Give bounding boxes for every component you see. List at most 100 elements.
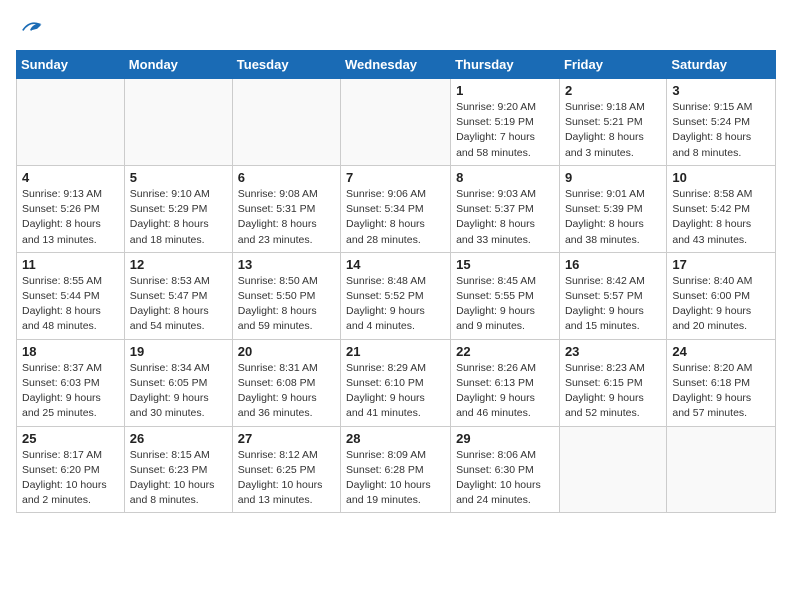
calendar-week-1: 1 Sunrise: 9:20 AM Sunset: 5:19 PM Daylig… (17, 79, 776, 166)
calendar-cell (124, 79, 232, 166)
cell-info-text: Sunrise: 8:09 AM Sunset: 6:28 PM Dayligh… (346, 448, 445, 509)
day-header-tuesday: Tuesday (232, 51, 340, 79)
calendar-cell: 11Sunrise: 8:55 AM Sunset: 5:44 PM Dayli… (17, 252, 125, 339)
cell-date-number: 14 (346, 257, 445, 272)
calendar-cell: 21 Sunrise: 8:29 AM Sunset: 6:10 PM Dayli… (341, 339, 451, 426)
cell-date-number: 19 (130, 344, 227, 359)
calendar-cell: 2 Sunrise: 9:18 AM Sunset: 5:21 PM Daylig… (559, 79, 666, 166)
cell-info-text: Sunrise: 8:50 AM Sunset: 5:50 PM Dayligh… (238, 274, 335, 335)
calendar-cell: 16 Sunrise: 8:42 AM Sunset: 5:57 PM Dayli… (559, 252, 666, 339)
cell-info-text: Sunrise: 8:42 AM Sunset: 5:57 PM Dayligh… (565, 274, 661, 335)
cell-info-text: Sunrise: 9:20 AM Sunset: 5:19 PM Dayligh… (456, 100, 554, 161)
day-header-friday: Friday (559, 51, 666, 79)
calendar-header: SundayMondayTuesdayWednesdayThursdayFrid… (17, 51, 776, 79)
cell-date-number: 2 (565, 83, 661, 98)
calendar-cell: 28 Sunrise: 8:09 AM Sunset: 6:28 PM Dayli… (341, 426, 451, 513)
calendar-cell: 8 Sunrise: 9:03 AM Sunset: 5:37 PM Daylig… (451, 165, 560, 252)
cell-info-text: Sunrise: 8:48 AM Sunset: 5:52 PM Dayligh… (346, 274, 445, 335)
cell-date-number: 13 (238, 257, 335, 272)
cell-date-number: 8 (456, 170, 554, 185)
cell-date-number: 29 (456, 431, 554, 446)
calendar-cell: 7 Sunrise: 9:06 AM Sunset: 5:34 PM Daylig… (341, 165, 451, 252)
cell-info-text: Sunrise: 9:01 AM Sunset: 5:39 PM Dayligh… (565, 187, 661, 248)
cell-date-number: 12 (130, 257, 227, 272)
calendar-cell: 20 Sunrise: 8:31 AM Sunset: 6:08 PM Dayli… (232, 339, 340, 426)
calendar-cell: 29 Sunrise: 8:06 AM Sunset: 6:30 PM Dayli… (451, 426, 560, 513)
day-header-monday: Monday (124, 51, 232, 79)
day-header-wednesday: Wednesday (341, 51, 451, 79)
cell-info-text: Sunrise: 8:45 AM Sunset: 5:55 PM Dayligh… (456, 274, 554, 335)
calendar-cell: 17 Sunrise: 8:40 AM Sunset: 6:00 PM Dayli… (667, 252, 776, 339)
cell-date-number: 10 (672, 170, 770, 185)
calendar-table: SundayMondayTuesdayWednesdayThursdayFrid… (16, 50, 776, 513)
page-header (16, 16, 776, 40)
calendar-week-3: 11Sunrise: 8:55 AM Sunset: 5:44 PM Dayli… (17, 252, 776, 339)
calendar-cell: 5 Sunrise: 9:10 AM Sunset: 5:29 PM Daylig… (124, 165, 232, 252)
calendar-cell: 1 Sunrise: 9:20 AM Sunset: 5:19 PM Daylig… (451, 79, 560, 166)
cell-date-number: 1 (456, 83, 554, 98)
calendar-cell: 10 Sunrise: 8:58 AM Sunset: 5:42 PM Dayli… (667, 165, 776, 252)
calendar-cell: 24 Sunrise: 8:20 AM Sunset: 6:18 PM Dayli… (667, 339, 776, 426)
cell-date-number: 17 (672, 257, 770, 272)
cell-date-number: 18 (22, 344, 119, 359)
calendar-cell: 14 Sunrise: 8:48 AM Sunset: 5:52 PM Dayli… (341, 252, 451, 339)
calendar-cell: 18 Sunrise: 8:37 AM Sunset: 6:03 PM Dayli… (17, 339, 125, 426)
logo (16, 16, 42, 40)
cell-date-number: 24 (672, 344, 770, 359)
calendar-cell: 19 Sunrise: 8:34 AM Sunset: 6:05 PM Dayli… (124, 339, 232, 426)
cell-date-number: 20 (238, 344, 335, 359)
cell-info-text: Sunrise: 8:17 AM Sunset: 6:20 PM Dayligh… (22, 448, 119, 509)
calendar-cell: 27Sunrise: 8:12 AM Sunset: 6:25 PM Dayli… (232, 426, 340, 513)
cell-date-number: 16 (565, 257, 661, 272)
cell-info-text: Sunrise: 9:08 AM Sunset: 5:31 PM Dayligh… (238, 187, 335, 248)
calendar-cell: 4Sunrise: 9:13 AM Sunset: 5:26 PM Daylig… (17, 165, 125, 252)
calendar-cell: 9Sunrise: 9:01 AM Sunset: 5:39 PM Daylig… (559, 165, 666, 252)
calendar-cell: 13 Sunrise: 8:50 AM Sunset: 5:50 PM Dayli… (232, 252, 340, 339)
cell-info-text: Sunrise: 8:20 AM Sunset: 6:18 PM Dayligh… (672, 361, 770, 422)
cell-date-number: 22 (456, 344, 554, 359)
cell-info-text: Sunrise: 8:15 AM Sunset: 6:23 PM Dayligh… (130, 448, 227, 509)
calendar-body: 1 Sunrise: 9:20 AM Sunset: 5:19 PM Daylig… (17, 79, 776, 513)
logo-bird-icon (18, 16, 42, 40)
cell-info-text: Sunrise: 8:37 AM Sunset: 6:03 PM Dayligh… (22, 361, 119, 422)
cell-info-text: Sunrise: 9:03 AM Sunset: 5:37 PM Dayligh… (456, 187, 554, 248)
calendar-cell: 15 Sunrise: 8:45 AM Sunset: 5:55 PM Dayli… (451, 252, 560, 339)
cell-info-text: Sunrise: 8:31 AM Sunset: 6:08 PM Dayligh… (238, 361, 335, 422)
day-header-saturday: Saturday (667, 51, 776, 79)
cell-info-text: Sunrise: 8:34 AM Sunset: 6:05 PM Dayligh… (130, 361, 227, 422)
cell-info-text: Sunrise: 8:23 AM Sunset: 6:15 PM Dayligh… (565, 361, 661, 422)
cell-info-text: Sunrise: 9:06 AM Sunset: 5:34 PM Dayligh… (346, 187, 445, 248)
cell-info-text: Sunrise: 9:10 AM Sunset: 5:29 PM Dayligh… (130, 187, 227, 248)
calendar-cell: 22 Sunrise: 8:26 AM Sunset: 6:13 PM Dayli… (451, 339, 560, 426)
cell-date-number: 21 (346, 344, 445, 359)
cell-info-text: Sunrise: 8:29 AM Sunset: 6:10 PM Dayligh… (346, 361, 445, 422)
cell-date-number: 26 (130, 431, 227, 446)
calendar-cell: 23 Sunrise: 8:23 AM Sunset: 6:15 PM Dayli… (559, 339, 666, 426)
cell-info-text: Sunrise: 8:12 AM Sunset: 6:25 PM Dayligh… (238, 448, 335, 509)
cell-info-text: Sunrise: 8:40 AM Sunset: 6:00 PM Dayligh… (672, 274, 770, 335)
cell-date-number: 23 (565, 344, 661, 359)
calendar-cell: 25Sunrise: 8:17 AM Sunset: 6:20 PM Dayli… (17, 426, 125, 513)
cell-date-number: 5 (130, 170, 227, 185)
calendar-week-2: 4Sunrise: 9:13 AM Sunset: 5:26 PM Daylig… (17, 165, 776, 252)
cell-info-text: Sunrise: 8:58 AM Sunset: 5:42 PM Dayligh… (672, 187, 770, 248)
cell-info-text: Sunrise: 9:18 AM Sunset: 5:21 PM Dayligh… (565, 100, 661, 161)
cell-info-text: Sunrise: 8:53 AM Sunset: 5:47 PM Dayligh… (130, 274, 227, 335)
cell-info-text: Sunrise: 8:06 AM Sunset: 6:30 PM Dayligh… (456, 448, 554, 509)
cell-info-text: Sunrise: 9:15 AM Sunset: 5:24 PM Dayligh… (672, 100, 770, 161)
cell-info-text: Sunrise: 8:55 AM Sunset: 5:44 PM Dayligh… (22, 274, 119, 335)
cell-date-number: 28 (346, 431, 445, 446)
day-header-sunday: Sunday (17, 51, 125, 79)
calendar-cell (341, 79, 451, 166)
calendar-cell: 12 Sunrise: 8:53 AM Sunset: 5:47 PM Dayli… (124, 252, 232, 339)
calendar-week-5: 25Sunrise: 8:17 AM Sunset: 6:20 PM Dayli… (17, 426, 776, 513)
cell-info-text: Sunrise: 8:26 AM Sunset: 6:13 PM Dayligh… (456, 361, 554, 422)
cell-date-number: 6 (238, 170, 335, 185)
calendar-cell (232, 79, 340, 166)
cell-date-number: 7 (346, 170, 445, 185)
cell-date-number: 3 (672, 83, 770, 98)
calendar-cell (559, 426, 666, 513)
cell-date-number: 15 (456, 257, 554, 272)
calendar-cell (667, 426, 776, 513)
calendar-cell (17, 79, 125, 166)
